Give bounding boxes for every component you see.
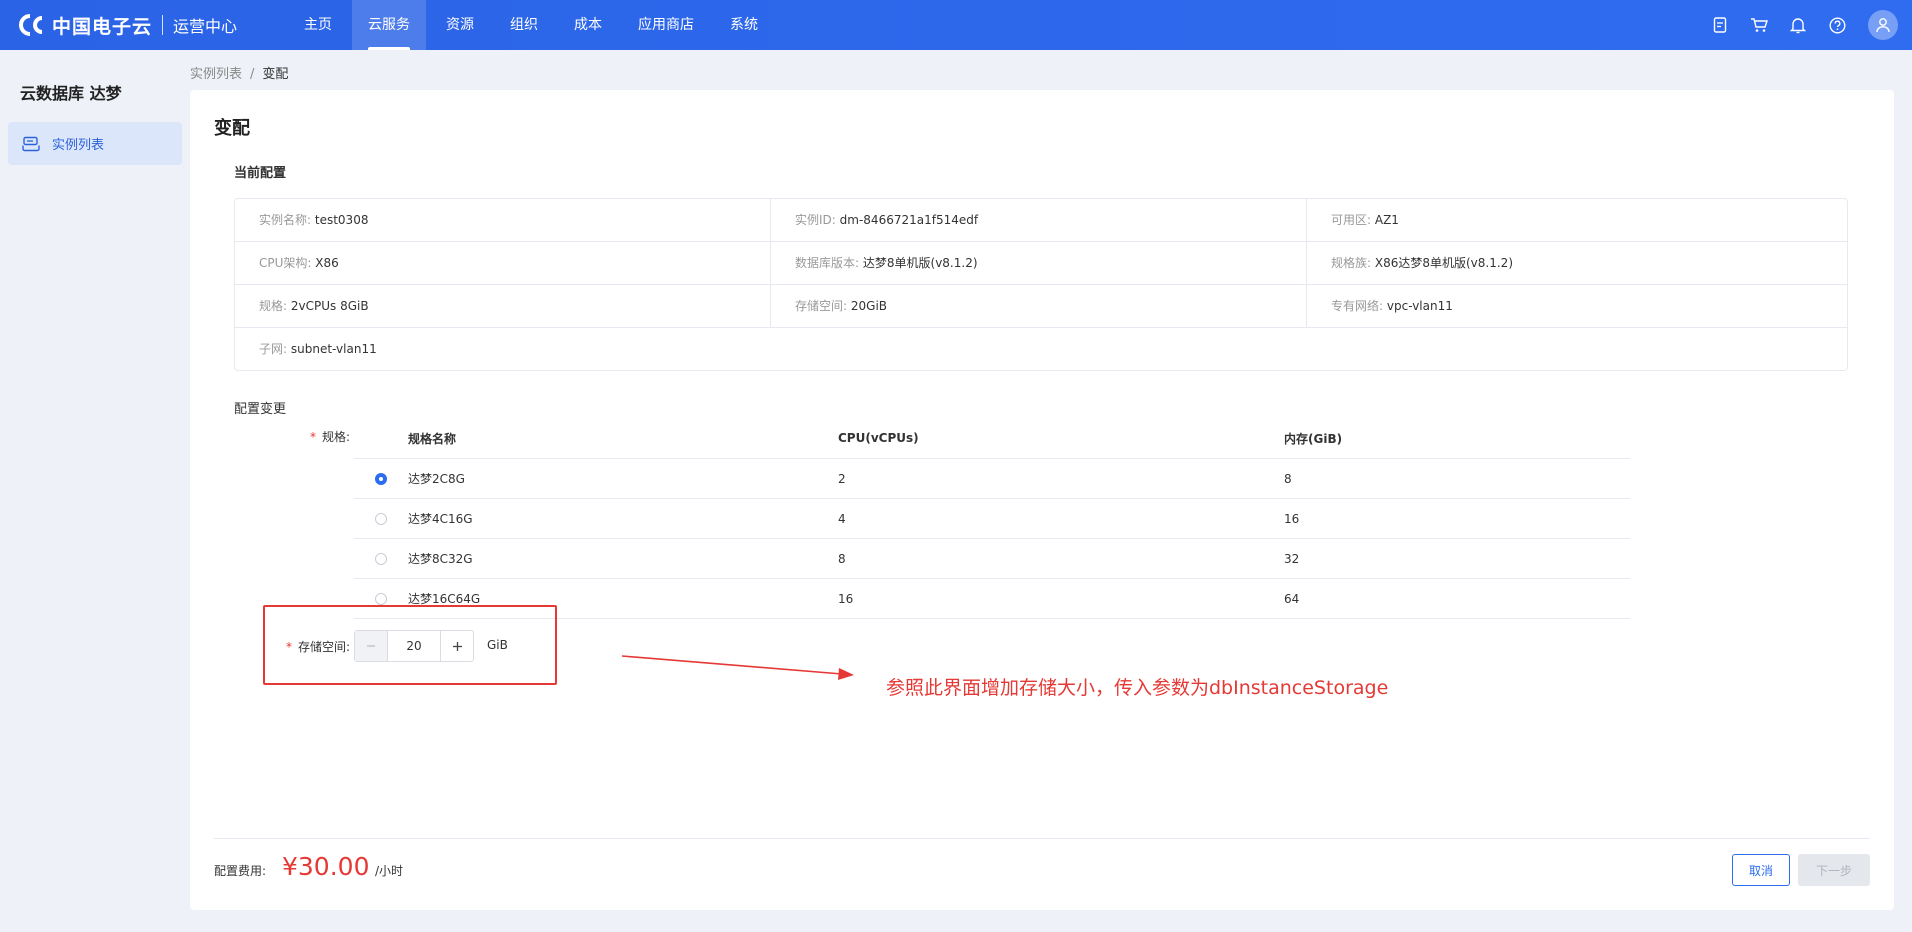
config-spec-family: 规格族: X86达梦8单机版(v8.1.2): [1331, 256, 1513, 270]
config-cpu-arch: CPU架构: X86: [235, 242, 771, 284]
nav-item-cloud-services[interactable]: 云服务: [352, 0, 426, 50]
config-vpc: 专有网络: vpc-vlan11: [1331, 299, 1453, 313]
breadcrumb-separator: /: [250, 67, 255, 82]
spec-radio-selected[interactable]: [375, 472, 387, 485]
config-row: 子网: subnet-vlan11: [235, 328, 1847, 370]
sidebar-title: 云数据库 达梦: [20, 84, 122, 103]
config-instance-name: 实例名称: test0308: [235, 199, 771, 241]
config-subnet: 子网: subnet-vlan11: [259, 342, 377, 356]
spec-memory: 16: [1284, 511, 1300, 526]
spec-field-label: * 规格:: [310, 430, 351, 444]
nav-item-app-store[interactable]: 应用商店: [622, 0, 710, 50]
spec-cpu: 16: [838, 591, 854, 606]
header-actions: [1692, 0, 1898, 50]
spec-table: 规格名称 CPU(vCPUs) 内存(GiB) 达梦2C8G 2 8 达梦4C1…: [354, 418, 1630, 619]
config-row: CPU架构: X86 数据库版本: 达梦8单机版(v8.1.2) 规格族: X8…: [235, 242, 1847, 285]
main-nav: 主页 云服务 资源 组织 成本 应用商店 系统: [288, 0, 778, 50]
annotation-arrow-icon: [621, 655, 854, 680]
spec-cpu: 2: [838, 471, 846, 486]
config-storage: 存储空间: 20GiB: [771, 285, 1307, 327]
cart-icon[interactable]: [1748, 14, 1770, 36]
cancel-button[interactable]: 取消: [1732, 854, 1790, 886]
brand-divider: [162, 15, 164, 35]
main-card: 变配 当前配置 实例名称: test0308 实例ID: dm-8466721a…: [190, 90, 1894, 910]
nav-item-cost[interactable]: 成本: [558, 0, 618, 50]
config-row: 实例名称: test0308 实例ID: dm-8466721a1f514edf…: [235, 199, 1847, 242]
sidebar: 云数据库 达梦 实例列表: [0, 50, 186, 932]
price-unit: /小时: [375, 864, 404, 878]
breadcrumb: 实例列表 / 变配: [190, 63, 288, 82]
spec-memory: 64: [1284, 591, 1300, 606]
table-row[interactable]: 达梦8C32G 8 32: [354, 539, 1630, 579]
column-header-spec-name: 规格名称: [408, 431, 457, 446]
nav-item-home[interactable]: 主页: [288, 0, 348, 50]
nav-item-system[interactable]: 系统: [714, 0, 774, 50]
spec-radio[interactable]: [375, 512, 387, 525]
sidebar-item-instance-list[interactable]: 实例列表: [8, 122, 182, 165]
price-value: ¥30.00: [282, 852, 370, 881]
spec-name: 达梦2C8G: [408, 472, 465, 486]
breadcrumb-current: 变配: [262, 67, 289, 82]
top-navbar: 中国电子云 运营中心 主页 云服务 资源 组织 成本 应用商店 系统: [0, 0, 1912, 50]
config-row: 规格: 2vCPUs 8GiB 存储空间: 20GiB 专有网络: vpc-vl…: [235, 285, 1847, 328]
price-label: 配置费用:: [214, 864, 267, 878]
current-config-table: 实例名称: test0308 实例ID: dm-8466721a1f514edf…: [234, 198, 1848, 371]
spec-cpu: 8: [838, 551, 846, 566]
brand-subtitle: 运营中心: [173, 17, 238, 36]
user-avatar-icon[interactable]: [1868, 10, 1898, 40]
cec-logo-icon: [18, 13, 48, 37]
brand-name: 中国电子云: [52, 15, 153, 38]
bell-icon[interactable]: [1787, 14, 1809, 36]
spec-memory: 8: [1284, 471, 1292, 486]
spec-radio[interactable]: [375, 592, 387, 605]
spec-table-header: 规格名称 CPU(vCPUs) 内存(GiB): [354, 418, 1630, 459]
config-availability-zone: 可用区: AZ1: [1331, 213, 1399, 227]
column-header-cpu: CPU(vCPUs): [838, 431, 919, 445]
table-row[interactable]: 达梦2C8G 2 8: [354, 459, 1630, 499]
help-icon[interactable]: [1826, 14, 1848, 36]
column-header-memory: 内存(GiB): [1284, 431, 1343, 446]
next-step-button[interactable]: 下一步: [1798, 854, 1870, 886]
document-icon[interactable]: [1709, 14, 1731, 36]
spec-memory: 32: [1284, 551, 1300, 566]
spec-radio[interactable]: [375, 552, 387, 565]
table-row[interactable]: 达梦4C16G 4 16: [354, 499, 1630, 539]
config-spec: 规格: 2vCPUs 8GiB: [235, 285, 771, 327]
breadcrumb-link-instance-list[interactable]: 实例列表: [190, 67, 242, 82]
annotation-highlight-box: [263, 605, 557, 685]
required-mark: *: [310, 430, 316, 444]
database-icon: [22, 136, 40, 152]
current-config-title: 当前配置: [234, 166, 287, 181]
page-title: 变配: [214, 118, 250, 139]
spec-cpu: 4: [838, 511, 846, 526]
brand-logo[interactable]: 中国电子云 运营中心: [18, 11, 237, 39]
sidebar-item-label: 实例列表: [52, 138, 105, 153]
nav-item-organization[interactable]: 组织: [494, 0, 554, 50]
config-change-title: 配置变更: [234, 402, 287, 417]
annotation-text: 参照此界面增加存储大小，传入参数为dbInstanceStorage: [886, 677, 1389, 699]
nav-item-resources[interactable]: 资源: [430, 0, 490, 50]
footer-divider: [214, 838, 1870, 839]
config-db-version: 数据库版本: 达梦8单机版(v8.1.2): [771, 242, 1307, 284]
spec-name: 达梦4C16G: [408, 512, 473, 526]
spec-name: 达梦8C32G: [408, 552, 473, 566]
config-instance-id: 实例ID: dm-8466721a1f514edf: [771, 199, 1307, 241]
